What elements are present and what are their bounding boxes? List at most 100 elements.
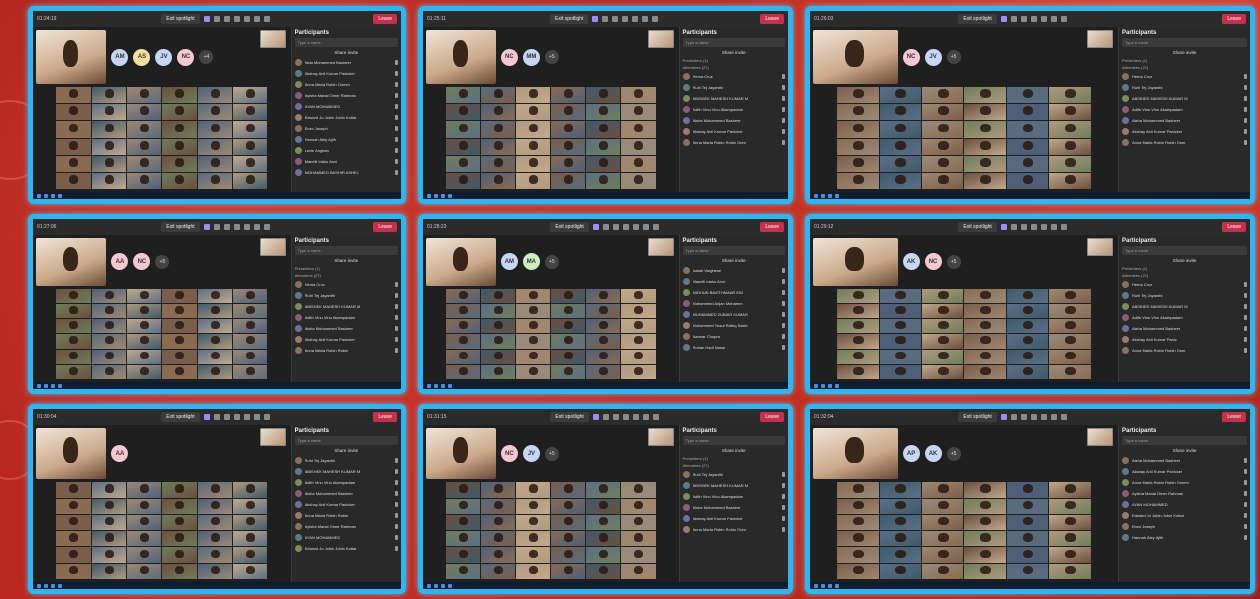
participant-row[interactable]: ABISHEK MAHESH KUMAR M: [682, 481, 785, 490]
people-icon[interactable]: [203, 224, 210, 230]
reactions-icon[interactable]: [223, 224, 230, 230]
participant-row[interactable]: Ayisha Manal Omer Rahman: [294, 91, 398, 100]
participant-row[interactable]: Muhammed Yusuf Rafeq Sakib: [682, 321, 785, 330]
share-invite-button[interactable]: Share invite: [1122, 257, 1247, 264]
participant-row[interactable]: Ruhi Tej Jayanthi: [294, 291, 398, 300]
chat-icon[interactable]: [213, 224, 220, 230]
taskbar-app-icon[interactable]: [441, 583, 445, 588]
taskbar-app-icon[interactable]: [441, 193, 445, 198]
taskbar-app-icon[interactable]: [51, 383, 55, 388]
taskbar-app-icon[interactable]: [434, 383, 438, 388]
mic-icon[interactable]: [1050, 16, 1057, 22]
participant-avatar[interactable]: AK: [902, 253, 920, 271]
participant-row[interactable]: Hema Cruz: [1122, 72, 1247, 81]
share-invite-button[interactable]: Share invite: [1122, 447, 1247, 454]
participant-row[interactable]: Ruhi Tej Jayanthi: [294, 456, 398, 465]
participant-row[interactable]: Edward Jo Jobin Jobin Kottar: [1122, 511, 1247, 520]
exit-spotlight-button[interactable]: Exit spotlight: [958, 412, 997, 422]
taskbar-app-icon[interactable]: [835, 193, 839, 198]
participant-row[interactable]: Akshay Anil Kumar Panicker: [294, 335, 398, 344]
leave-button[interactable]: Leave: [760, 14, 784, 24]
people-icon[interactable]: [203, 16, 210, 22]
camera-icon[interactable]: [632, 16, 639, 22]
share-icon[interactable]: [263, 16, 270, 22]
chat-icon[interactable]: [602, 16, 609, 22]
participant-row[interactable]: ABISHEK MAHESH KUMAR M: [294, 467, 398, 476]
people-icon[interactable]: [592, 224, 599, 230]
more-options-icon[interactable]: [622, 16, 629, 22]
search-participants-input[interactable]: Type a name: [294, 38, 398, 47]
chat-icon[interactable]: [213, 414, 220, 420]
more-options-icon[interactable]: [1030, 414, 1037, 420]
participant-row[interactable]: Akshay Anil Kumar Panicker: [294, 500, 398, 509]
participant-avatar[interactable]: MM: [522, 48, 540, 66]
taskbar-app-icon[interactable]: [441, 383, 445, 388]
camera-icon[interactable]: [243, 16, 250, 22]
more-options-icon[interactable]: [1030, 16, 1037, 22]
participant-row[interactable]: Hema Cruz: [294, 280, 398, 289]
share-invite-button[interactable]: Share invite: [1122, 49, 1247, 56]
participant-row[interactable]: Ayisha Manal Omer Rahman: [294, 522, 398, 531]
participant-row[interactable]: Ruhi Tej Jayanthi: [1122, 83, 1247, 92]
participant-row[interactable]: Akshay Anil Kumar Panicker: [294, 69, 398, 78]
participant-section-header[interactable]: Presenters (1): [295, 266, 398, 271]
more-options-icon[interactable]: [1030, 224, 1037, 230]
participant-row[interactable]: Nida Mohammed Basheer: [294, 58, 398, 67]
participant-row[interactable]: Aisha Mohammed Basheer: [682, 116, 785, 125]
participant-section-header[interactable]: Attendees (27): [295, 273, 398, 278]
search-participants-input[interactable]: Type a name: [1122, 246, 1247, 255]
leave-button[interactable]: Leave: [1222, 412, 1246, 422]
search-participants-input[interactable]: Type a name: [294, 246, 398, 255]
participant-avatar[interactable]: NC: [500, 48, 518, 66]
share-icon[interactable]: [652, 16, 659, 22]
reactions-icon[interactable]: [223, 414, 230, 420]
people-icon[interactable]: [203, 414, 210, 420]
shared-screen-thumbnail[interactable]: [647, 30, 674, 48]
participant-row[interactable]: MIDHUN BAVITHMAAR EBI: [682, 288, 785, 297]
share-icon[interactable]: [652, 224, 659, 230]
participant-row[interactable]: Adith Vinu Vinu Akampadam: [294, 478, 398, 487]
participant-avatar[interactable]: AM: [111, 48, 129, 66]
camera-icon[interactable]: [1040, 16, 1047, 22]
taskbar-app-icon[interactable]: [828, 383, 832, 388]
participant-row[interactable]: ABISHEK MAHESH KUMAR M: [1122, 302, 1247, 311]
participant-row[interactable]: Ruhi Tej Jayanthi: [682, 470, 785, 479]
reactions-icon[interactable]: [223, 16, 230, 22]
search-participants-input[interactable]: Type a name: [682, 38, 785, 47]
exit-spotlight-button[interactable]: Exit spotlight: [550, 222, 589, 232]
reactions-icon[interactable]: [1020, 16, 1027, 22]
participant-row[interactable]: Anna Maria Robin Robin Oom: [682, 138, 785, 147]
participant-row[interactable]: Anna Maria Robin Robin Oom: [682, 525, 785, 534]
exit-spotlight-button[interactable]: Exit spotlight: [958, 14, 997, 24]
camera-icon[interactable]: [243, 224, 250, 230]
exit-spotlight-button[interactable]: Exit spotlight: [958, 222, 997, 232]
reactions-icon[interactable]: [1020, 224, 1027, 230]
people-icon[interactable]: [1000, 224, 1007, 230]
participant-avatar[interactable]: NC: [924, 253, 942, 271]
participant-avatar[interactable]: JV: [155, 48, 173, 66]
mic-icon[interactable]: [642, 414, 649, 420]
search-participants-input[interactable]: Type a name: [1122, 436, 1247, 445]
participant-row[interactable]: AYAN MOHAMMED: [294, 533, 398, 542]
share-invite-button[interactable]: Share invite: [683, 49, 786, 56]
participant-row[interactable]: Anna Maria Robin Oomm: [294, 80, 398, 89]
people-icon[interactable]: [592, 16, 599, 22]
participant-row[interactable]: Anna Maria Robin Robin Oom: [1122, 138, 1247, 147]
reactions-icon[interactable]: [612, 414, 619, 420]
more-options-icon[interactable]: [622, 414, 629, 420]
leave-button[interactable]: Leave: [373, 222, 397, 232]
participant-row[interactable]: ABISHEK MAHESH KUMAR M: [682, 94, 785, 103]
more-participants-button[interactable]: +5: [946, 254, 961, 269]
search-participants-input[interactable]: Type a name: [1122, 38, 1247, 47]
camera-icon[interactable]: [1040, 414, 1047, 420]
taskbar-app-icon[interactable]: [58, 383, 62, 388]
participant-row[interactable]: Hannah Aley Ajith: [1122, 533, 1247, 542]
taskbar-app-icon[interactable]: [448, 383, 452, 388]
chat-icon[interactable]: [1010, 224, 1017, 230]
mic-icon[interactable]: [642, 16, 649, 22]
taskbar-app-icon[interactable]: [44, 193, 48, 198]
participant-section-header[interactable]: Presenters (1): [1122, 266, 1247, 271]
people-icon[interactable]: [1000, 414, 1007, 420]
participant-avatar[interactable]: NC: [177, 48, 195, 66]
taskbar-app-icon[interactable]: [58, 583, 62, 588]
